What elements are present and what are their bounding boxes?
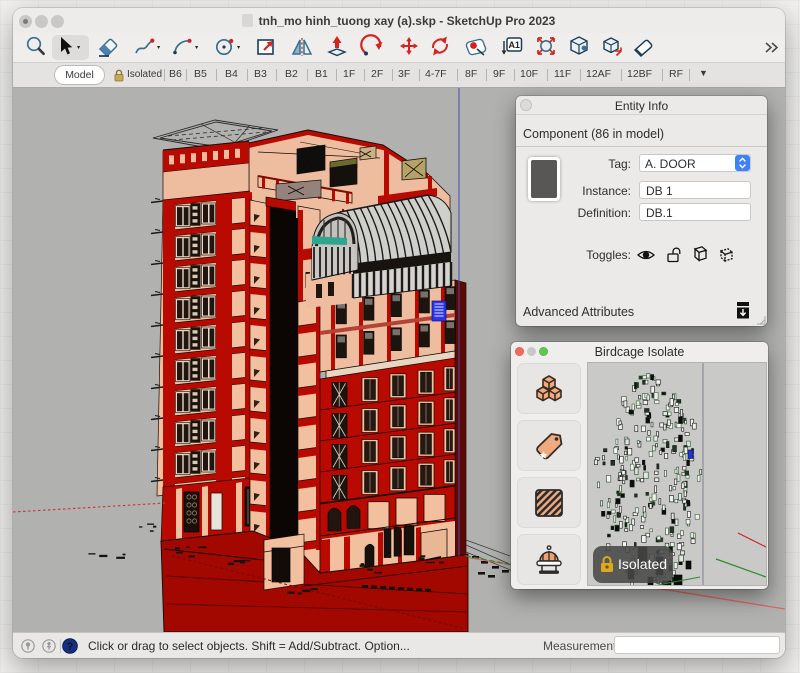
svg-text:A1: A1 [508,40,520,50]
svg-text:?: ? [67,641,74,653]
